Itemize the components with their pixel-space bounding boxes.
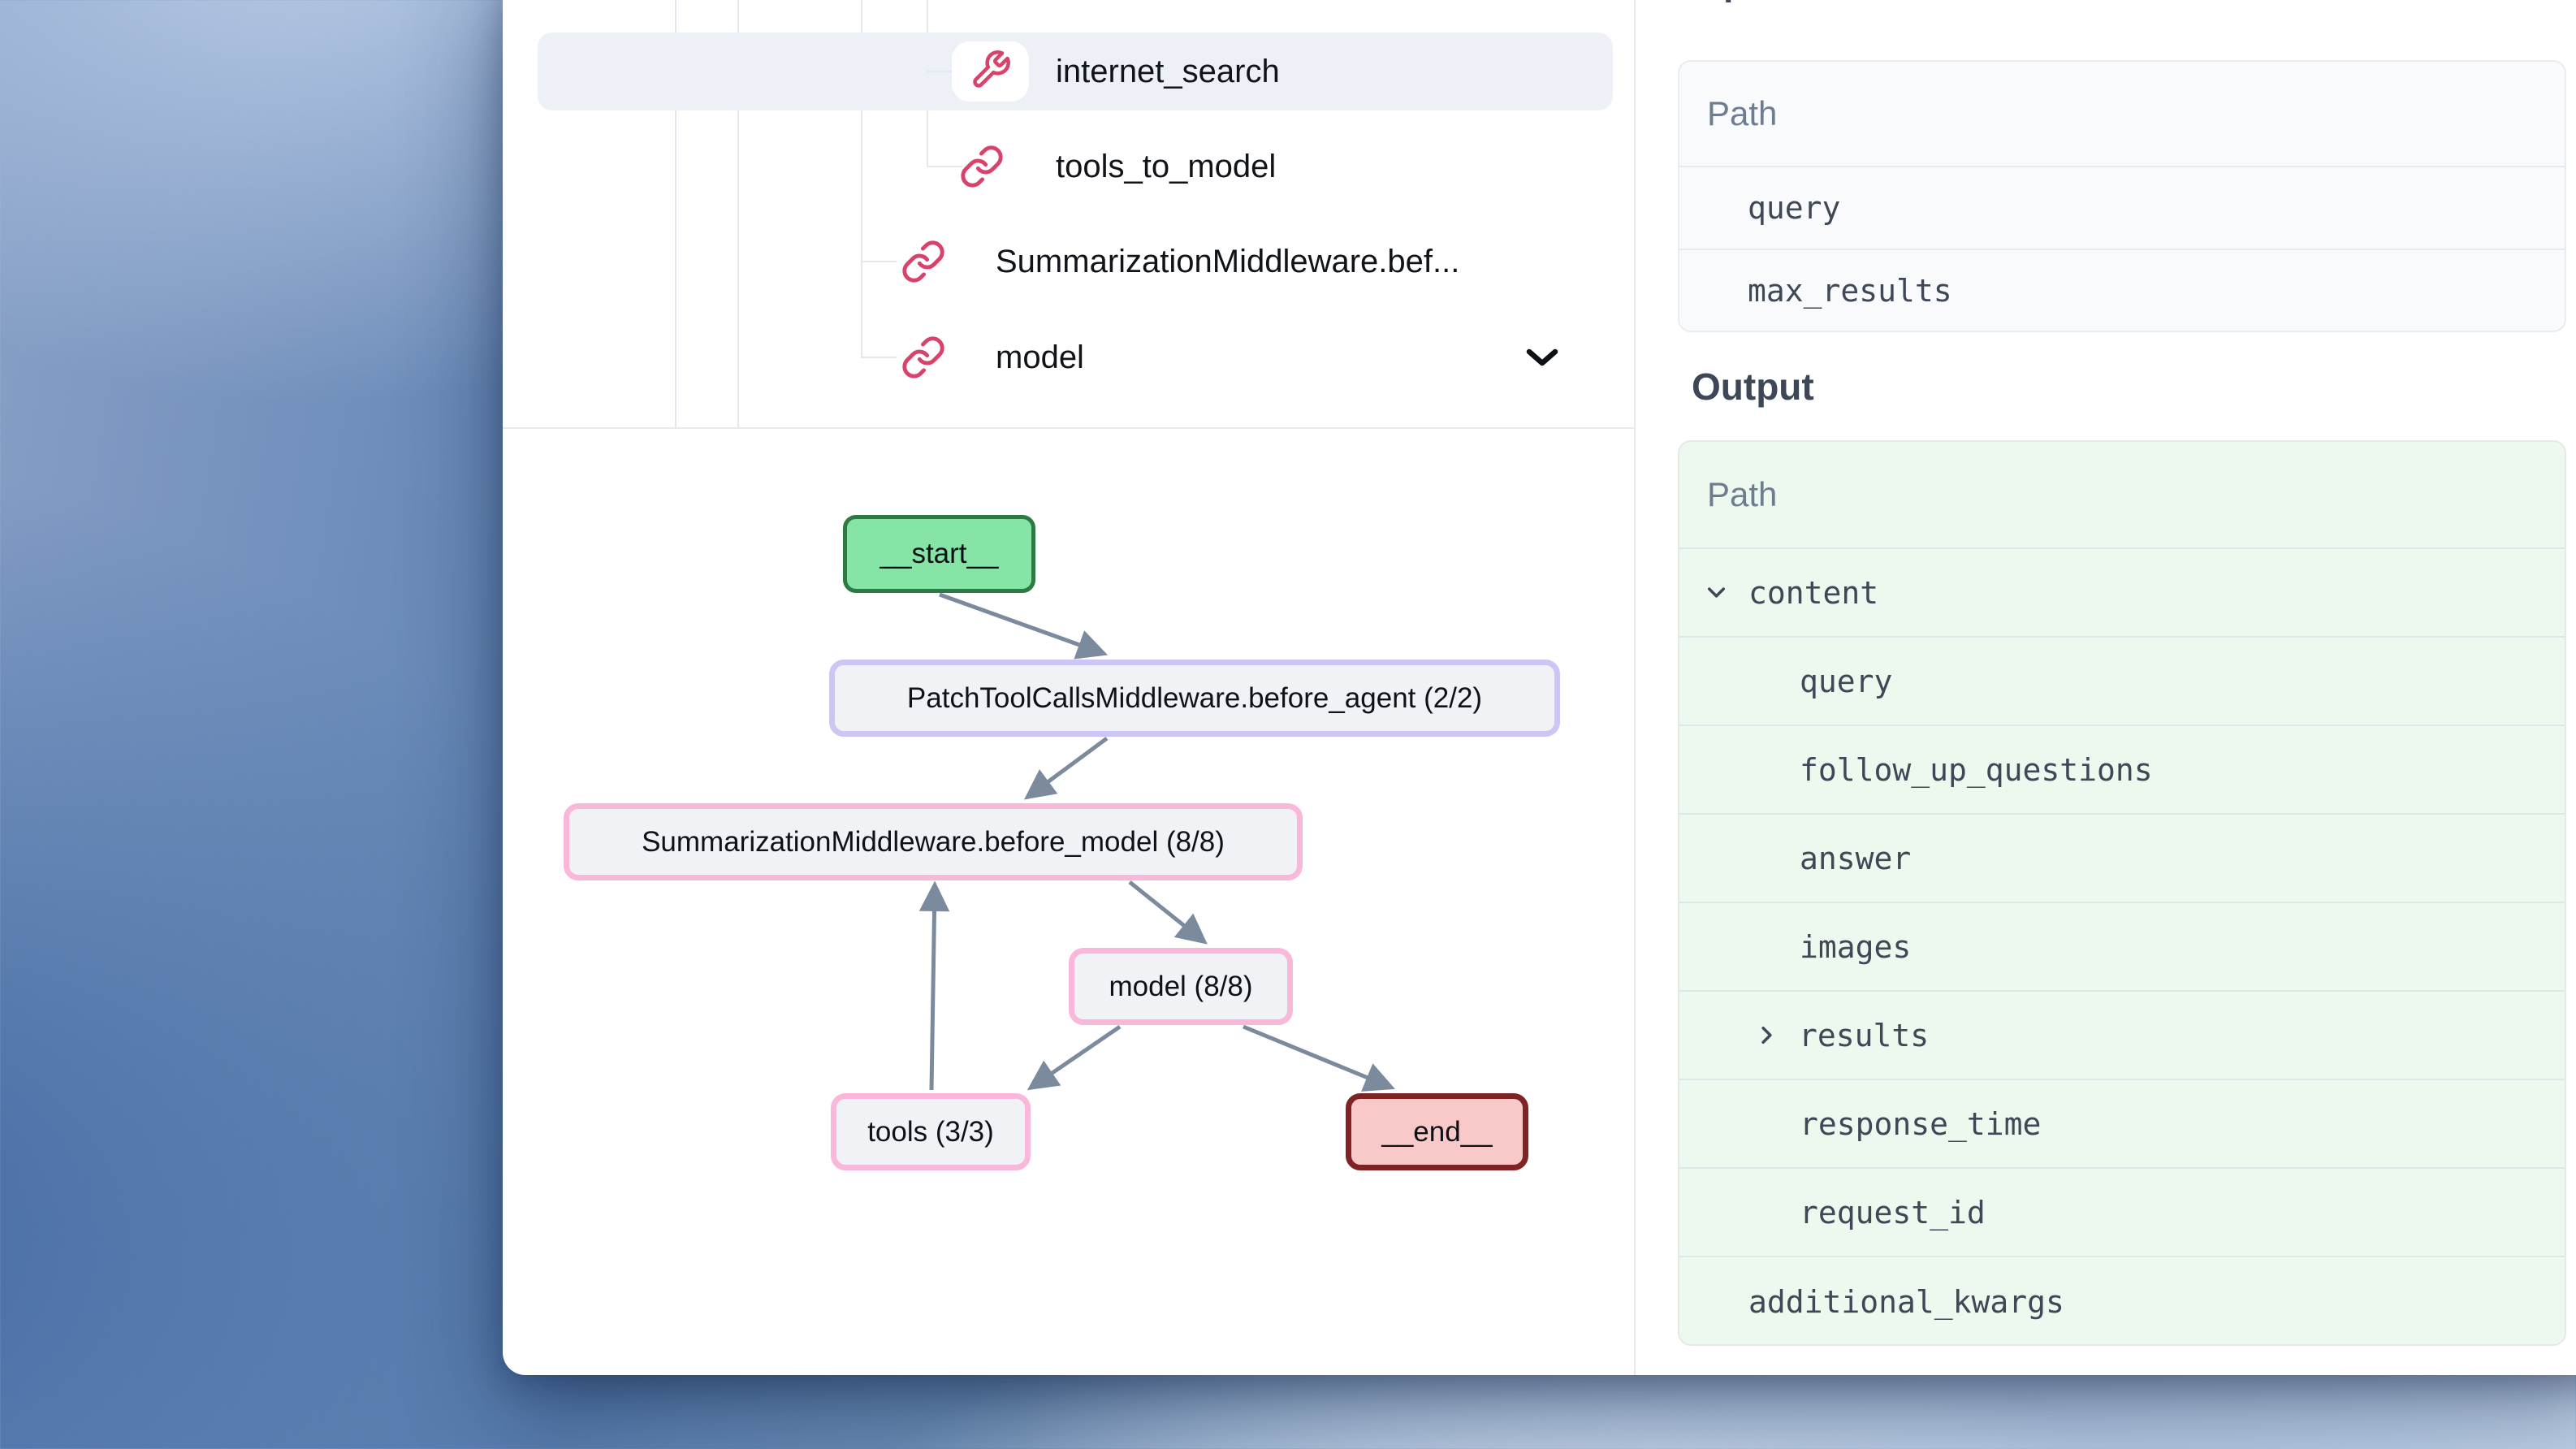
output-path-row[interactable]: images bbox=[1679, 903, 2565, 992]
chevron-down-icon[interactable] bbox=[1525, 345, 1559, 374]
input-path-row[interactable]: query bbox=[1679, 167, 2565, 250]
output-path-row[interactable]: follow_up_questions bbox=[1679, 726, 2565, 815]
graph-node-model[interactable]: model (8/8) bbox=[1069, 948, 1293, 1025]
output-path-label: content bbox=[1748, 575, 1878, 611]
output-path-label: request_id bbox=[1800, 1195, 1986, 1231]
output-section-heading: Output bbox=[1692, 364, 1814, 409]
graph-node-tools[interactable]: tools (3/3) bbox=[831, 1093, 1031, 1170]
output-path-row-content[interactable]: content bbox=[1679, 549, 2565, 638]
output-path-row[interactable]: query bbox=[1679, 638, 2565, 726]
input-path-row[interactable]: max_results bbox=[1679, 250, 2565, 331]
graph-node-patch-tool-calls-middleware[interactable]: PatchToolCallsMiddleware.before_agent (2… bbox=[829, 660, 1560, 737]
trace-panel: internet_search tools_to_model Summariza… bbox=[503, 0, 1634, 1375]
output-path-label: images bbox=[1800, 929, 1911, 965]
output-path-row[interactable]: response_time bbox=[1679, 1080, 2565, 1169]
output-path-row[interactable]: additional_kwargs bbox=[1679, 1257, 2565, 1346]
tool-icon-chip bbox=[952, 41, 1029, 102]
inspector-panel: Input Path query max_results Output Path… bbox=[1636, 0, 2576, 1375]
input-section-heading: Input bbox=[1692, 0, 1779, 5]
link-icon bbox=[901, 335, 946, 380]
tree-connector bbox=[927, 71, 954, 72]
chevron-down-icon[interactable] bbox=[1702, 578, 1731, 607]
output-path-row[interactable]: answer bbox=[1679, 815, 2565, 903]
tree-connector bbox=[861, 357, 897, 358]
link-icon bbox=[959, 144, 1005, 189]
output-path-label: answer bbox=[1800, 841, 1911, 876]
link-icon bbox=[901, 239, 946, 284]
output-path-label: follow_up_questions bbox=[1800, 752, 2153, 788]
output-path-row-results[interactable]: results bbox=[1679, 992, 2565, 1080]
graph-node-summarization-middleware[interactable]: SummarizationMiddleware.before_model (8/… bbox=[564, 803, 1303, 880]
chevron-right-icon[interactable] bbox=[1753, 1021, 1781, 1049]
output-path-table: Path content query follow_up_questions a… bbox=[1678, 440, 2566, 1346]
wrench-icon bbox=[970, 49, 1012, 95]
app-window: internet_search tools_to_model Summariza… bbox=[503, 0, 2576, 1375]
tree-item-label[interactable]: model bbox=[996, 338, 1084, 377]
input-path-table: Path query max_results bbox=[1678, 60, 2566, 332]
graph-canvas: __start__ PatchToolCallsMiddleware.befor… bbox=[503, 429, 1634, 1375]
tree-item-label[interactable]: SummarizationMiddleware.bef... bbox=[996, 242, 1459, 281]
output-path-label: response_time bbox=[1800, 1106, 2041, 1142]
run-tree: internet_search tools_to_model Summariza… bbox=[503, 0, 1634, 427]
tree-item-label[interactable]: internet_search bbox=[1056, 52, 1280, 91]
output-path-label: results bbox=[1799, 1018, 1929, 1053]
output-path-row[interactable]: request_id bbox=[1679, 1169, 2565, 1257]
graph-node-end[interactable]: __end__ bbox=[1346, 1093, 1528, 1170]
output-path-label: additional_kwargs bbox=[1748, 1284, 2064, 1320]
graph-edges bbox=[503, 429, 1634, 1375]
tree-connector bbox=[927, 166, 962, 167]
graph-node-start[interactable]: __start__ bbox=[843, 515, 1035, 593]
tree-item-label[interactable]: tools_to_model bbox=[1056, 147, 1276, 186]
input-path-column-header: Path bbox=[1679, 62, 2565, 167]
output-path-label: query bbox=[1800, 664, 1892, 699]
tree-connector bbox=[861, 261, 897, 262]
output-path-column-header: Path bbox=[1679, 442, 2565, 549]
